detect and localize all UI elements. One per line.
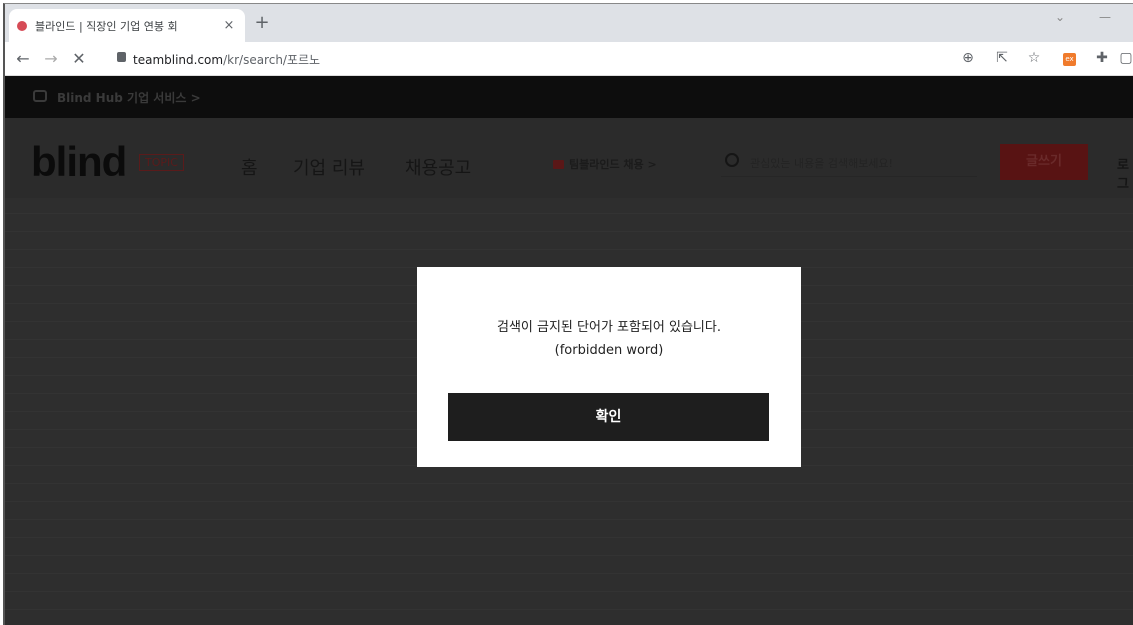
chevron-down-icon[interactable]: ⌄ [1055,10,1065,24]
write-button[interactable]: 글쓰기 [1000,144,1088,180]
tab-blind[interactable]: 블라인드 | 직장인 기업 연봉 회 × [9,9,245,42]
briefcase-icon [553,159,564,169]
topic-badge: TOPIC [139,154,184,171]
close-icon[interactable]: × [221,18,237,33]
nav-company-review[interactable]: 기업 리뷰 [293,154,365,180]
recruit-link[interactable]: 팀블라인드 채용 > [553,156,657,172]
zoom-icon[interactable]: ⊕ [959,50,977,66]
minimize-icon[interactable]: — [1099,10,1111,24]
alert-dialog: 검색이 금지된 단어가 포함되어 있습니다. (forbidden word) … [417,267,801,467]
url-host: teamblind.com [133,53,224,67]
nav-home[interactable]: 홈 [241,154,258,180]
search-input[interactable]: 관심있는 내용을 검색해보세요! [750,155,893,171]
puzzle-icon[interactable]: ✚ [1093,50,1111,66]
hub-logo-icon [33,90,47,102]
dialog-message: 검색이 금지된 단어가 포함되어 있습니다. (forbidden word) [417,316,801,362]
url-field[interactable]: teamblind.com/kr/search/포르노 [133,51,320,68]
new-tab-icon[interactable]: + [251,12,273,33]
dialog-message-line1: 검색이 금지된 단어가 포함되어 있습니다. [497,320,721,335]
address-bar-row: ← → ✕ teamblind.com/kr/search/포르노 ⊕ ⇱ ☆ … [5,42,1133,76]
lock-icon [117,52,126,62]
recruit-label: 팀블라인드 채용 > [569,158,657,171]
url-path: /kr/search/포르노 [223,53,321,67]
nav-jobs[interactable]: 채용공고 [405,154,471,180]
hub-bar: Blind Hub 기업 서비스 > [5,76,1133,118]
tab-strip: 블라인드 | 직장인 기업 연봉 회 × + ⌄ — [5,4,1133,42]
stop-icon[interactable]: ✕ [69,49,89,68]
login-link[interactable]: 로그 [1117,154,1133,192]
back-icon[interactable]: ← [13,49,33,68]
tab-title: 블라인드 | 직장인 기업 연봉 회 [35,19,178,33]
browser-window: 블라인드 | 직장인 기업 연봉 회 × + ⌄ — ← → ✕ teambli… [3,3,1133,625]
confirm-button[interactable]: 확인 [448,393,769,441]
extension-icon[interactable]: ex [1063,53,1076,66]
share-icon[interactable]: ⇱ [993,50,1011,66]
blind-logo[interactable]: blind [31,138,127,186]
search-underline [721,176,977,177]
hub-link[interactable]: Blind Hub 기업 서비스 > [57,89,201,106]
main-nav: blind TOPIC 홈 기업 리뷰 채용공고 팀블라인드 채용 > 관심있는… [5,118,1133,198]
window-icon[interactable]: ▢ [1117,50,1133,66]
search-icon [725,153,739,167]
blind-favicon-icon [17,20,27,31]
forward-icon[interactable]: → [41,49,61,68]
star-icon[interactable]: ☆ [1025,50,1043,66]
dialog-message-line2: (forbidden word) [554,343,664,358]
